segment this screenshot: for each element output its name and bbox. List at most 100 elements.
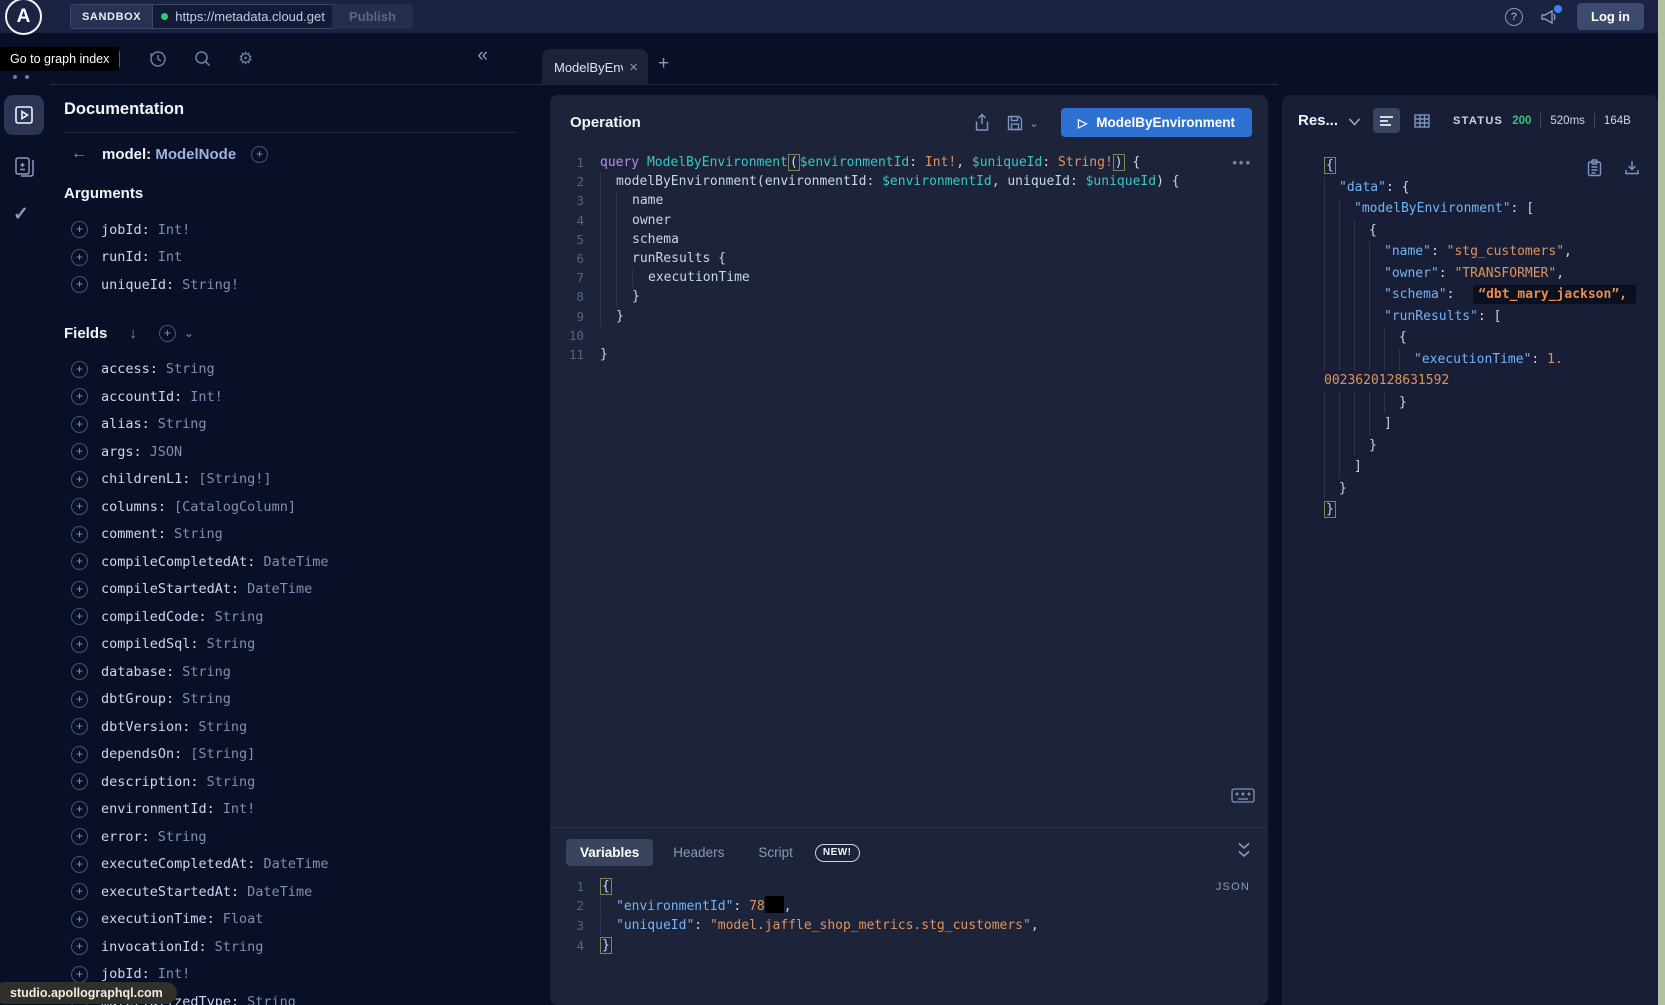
code-line[interactable]: "runResults": [ <box>1324 306 1658 328</box>
doc-field-row[interactable]: +runId:Int <box>64 244 516 272</box>
code-line[interactable]: 1{ <box>550 877 1268 896</box>
add-field-icon[interactable]: + <box>71 801 88 818</box>
doc-field-row[interactable]: +accountId:Int! <box>64 383 516 411</box>
doc-field-row[interactable]: +compiledSql:String <box>64 631 516 659</box>
add-field-icon[interactable]: + <box>71 718 88 735</box>
add-field-icon[interactable]: + <box>71 856 88 873</box>
tab-variables[interactable]: Variables <box>566 839 653 866</box>
add-field-icon[interactable]: + <box>71 276 88 293</box>
add-field-icon[interactable]: + <box>71 608 88 625</box>
code-line[interactable]: { <box>1324 327 1658 349</box>
code-line[interactable]: "modelByEnvironment": [ <box>1324 198 1658 220</box>
code-line[interactable]: 1query ModelByEnvironment($environmentId… <box>550 153 1268 172</box>
copy-response-icon[interactable] <box>1587 159 1602 177</box>
doc-field-row[interactable]: +access:String <box>64 356 516 384</box>
checks-nav-button[interactable]: ✓ <box>13 203 29 226</box>
settings-gear-icon[interactable]: ⚙ <box>238 49 253 69</box>
save-dropdown-chevron-icon[interactable]: ⌄ <box>1029 116 1039 130</box>
tab-script[interactable]: Script <box>744 839 807 866</box>
doc-field-row[interactable]: +invocationId:String <box>64 933 516 961</box>
run-operation-button[interactable]: ▷ ModelByEnvironment <box>1061 108 1252 137</box>
doc-field-row[interactable]: +error:String <box>64 823 516 851</box>
add-all-fields-icon[interactable]: + <box>159 325 176 342</box>
doc-field-row[interactable]: +executionTime:Float <box>64 906 516 934</box>
code-line[interactable]: 7executionTime <box>550 268 1268 287</box>
doc-field-row[interactable]: +args:JSON <box>64 438 516 466</box>
download-response-icon[interactable] <box>1624 159 1640 176</box>
add-field-icon[interactable]: + <box>71 828 88 845</box>
code-line[interactable]: ] <box>1324 413 1658 435</box>
doc-field-row[interactable]: +compileCompletedAt:DateTime <box>64 548 516 576</box>
keyboard-shortcuts-icon[interactable] <box>1231 788 1255 803</box>
code-line[interactable]: 4owner <box>550 211 1268 230</box>
schema-nav-button[interactable] <box>13 155 36 183</box>
collapse-variables-icon[interactable] <box>1236 842 1252 858</box>
add-field-icon[interactable]: + <box>71 471 88 488</box>
close-tab-icon[interactable]: × <box>629 59 638 76</box>
publish-button[interactable]: Publish <box>332 4 413 29</box>
doc-field-row[interactable]: +jobId:Int! <box>64 216 516 244</box>
doc-field-row[interactable]: +dbtGroup:String <box>64 686 516 714</box>
add-fields-chevron-icon[interactable]: ⌄ <box>184 326 194 340</box>
explorer-nav-button[interactable] <box>4 95 44 135</box>
code-line[interactable]: 3"uniqueId": "model.jaffle_shop_metrics.… <box>550 916 1268 935</box>
operation-tab-label[interactable]: ModelByEnvi... <box>554 60 623 75</box>
table-view-toggle[interactable] <box>1408 108 1435 133</box>
code-line[interactable]: { <box>1324 220 1658 242</box>
add-field-icon[interactable]: + <box>71 938 88 955</box>
response-title[interactable]: Res... <box>1298 112 1338 129</box>
back-arrow-icon[interactable]: ← <box>71 145 87 163</box>
add-field-icon[interactable]: + <box>71 911 88 928</box>
code-line[interactable]: "data": { <box>1324 177 1658 199</box>
code-line[interactable]: ] <box>1324 456 1658 478</box>
endpoint-url[interactable]: https://metadata.cloud.get <box>175 9 333 24</box>
code-line[interactable]: 2modelByEnvironment(environmentId: $envi… <box>550 172 1268 191</box>
code-line[interactable]: 0023620128631592 <box>1324 370 1658 392</box>
doc-field-row[interactable]: +columns:[CatalogColumn] <box>64 493 516 521</box>
code-line[interactable]: 5schema <box>550 230 1268 249</box>
code-line[interactable]: } <box>1324 435 1658 457</box>
code-line[interactable]: 6runResults { <box>550 249 1268 268</box>
sort-fields-icon[interactable]: ↓ <box>129 325 137 342</box>
doc-field-row[interactable]: +alias:String <box>64 411 516 439</box>
doc-field-row[interactable]: +childrenL1:[String!] <box>64 466 516 494</box>
doc-field-row[interactable]: +environmentId:Int! <box>64 796 516 824</box>
add-field-icon[interactable]: + <box>71 691 88 708</box>
add-field-icon[interactable]: + <box>71 746 88 763</box>
doc-field-row[interactable]: +comment:String <box>64 521 516 549</box>
code-line[interactable]: "name": "stg_customers", <box>1324 241 1658 263</box>
add-field-icon[interactable]: + <box>71 249 88 266</box>
code-line[interactable]: } <box>1324 478 1658 500</box>
add-field-icon[interactable]: + <box>71 498 88 515</box>
doc-field-row[interactable]: +executeCompletedAt:DateTime <box>64 851 516 879</box>
add-field-icon[interactable]: + <box>71 581 88 598</box>
doc-field-row[interactable]: +compiledCode:String <box>64 603 516 631</box>
response-dropdown-chevron-icon[interactable] <box>1348 118 1361 126</box>
response-json[interactable]: {"data": {"modelByEnvironment": [{"name"… <box>1324 155 1658 521</box>
history-icon[interactable] <box>148 49 167 68</box>
add-field-icon[interactable]: + <box>71 773 88 790</box>
add-field-icon[interactable]: + <box>71 388 88 405</box>
help-icon[interactable]: ? <box>1505 8 1523 26</box>
add-field-icon[interactable]: + <box>71 361 88 378</box>
add-field-icon[interactable]: + <box>71 636 88 653</box>
share-icon[interactable] <box>974 113 990 132</box>
code-line[interactable]: "owner": "TRANSFORMER", <box>1324 263 1658 285</box>
add-field-icon[interactable]: + <box>71 966 88 983</box>
variables-editor[interactable]: 1{2"environmentId": 78,3"uniqueId": "mod… <box>550 877 1268 955</box>
add-field-icon[interactable]: + <box>71 526 88 543</box>
raw-view-toggle[interactable] <box>1373 108 1400 133</box>
login-button[interactable]: Log in <box>1577 3 1644 30</box>
doc-field-row[interactable]: +dbtVersion:String <box>64 713 516 741</box>
operation-options-icon[interactable]: ••• <box>1232 155 1252 170</box>
code-line[interactable]: "executionTime": 1. <box>1324 349 1658 371</box>
code-line[interactable]: } <box>1324 392 1658 414</box>
query-editor[interactable]: 1query ModelByEnvironment($environmentId… <box>550 153 1268 364</box>
operation-tab[interactable]: ModelByEnvi... × <box>542 49 648 85</box>
announcements-icon[interactable] <box>1540 8 1560 26</box>
add-field-icon[interactable]: + <box>71 663 88 680</box>
add-field-icon[interactable]: + <box>71 883 88 900</box>
collapse-panel-icon[interactable]: « <box>477 45 488 67</box>
code-line[interactable]: } <box>1324 499 1658 521</box>
add-field-icon[interactable]: + <box>71 443 88 460</box>
